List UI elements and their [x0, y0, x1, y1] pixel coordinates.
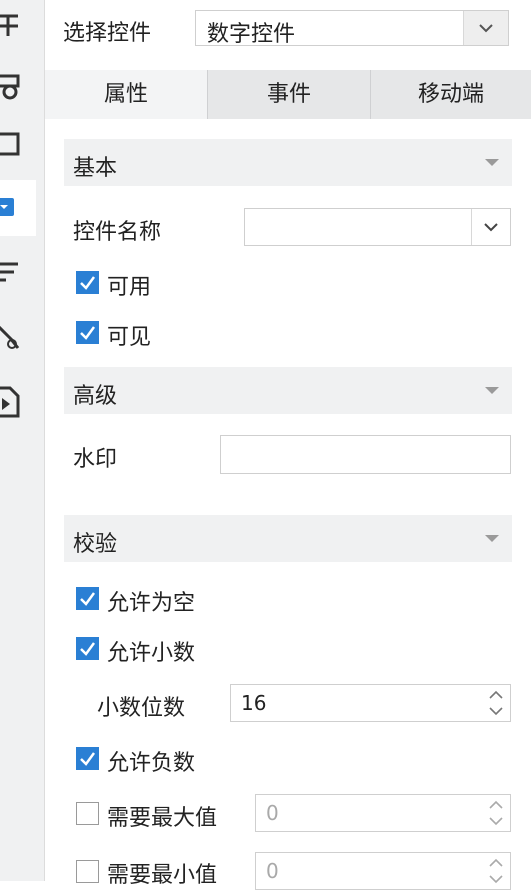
enabled-checkbox[interactable]	[76, 271, 99, 294]
allow-decimal-label: 允许小数	[107, 641, 196, 666]
control-name-combo[interactable]	[244, 208, 511, 246]
enabled-label: 可用	[107, 275, 152, 300]
min-value: 0	[266, 859, 279, 883]
collapse-triangle-icon[interactable]	[485, 535, 499, 542]
chevron-down-icon[interactable]	[463, 11, 508, 45]
min-value-stepper[interactable]: 0	[255, 852, 511, 890]
allow-decimal-checkbox[interactable]	[76, 637, 99, 660]
max-value-stepper[interactable]: 0	[255, 794, 511, 832]
select-control-label: 选择控件	[63, 21, 152, 46]
section-advanced-header[interactable]: 高级	[64, 367, 512, 414]
dropdown-widget-icon[interactable]	[0, 180, 36, 236]
link-icon[interactable]	[0, 308, 36, 364]
decimal-places-label: 小数位数	[97, 696, 186, 721]
decimal-places-value: 16	[241, 691, 267, 715]
collapse-triangle-icon[interactable]	[485, 159, 499, 166]
tab-events[interactable]: 事件	[208, 70, 370, 119]
checkmark-icon	[80, 326, 96, 340]
widget-icon[interactable]	[0, 58, 36, 114]
tab-bar: 属性 事件 移动端	[45, 70, 531, 119]
checkmark-icon	[80, 642, 96, 656]
properties-panel: 选择控件 数字控件 属性 事件 移动端 基本 控件名称 可用 可见 高级 水印 …	[45, 0, 531, 890]
allow-empty-label: 允许为空	[107, 591, 196, 616]
left-toolbar	[0, 0, 45, 881]
allow-negative-checkbox[interactable]	[76, 747, 99, 770]
frame-icon[interactable]	[0, 116, 36, 172]
collapse-triangle-icon[interactable]	[485, 387, 499, 394]
checkmark-icon	[80, 276, 96, 290]
list-icon[interactable]	[0, 244, 36, 300]
decimal-places-stepper[interactable]: 16	[230, 684, 511, 722]
control-type-select[interactable]: 数字控件	[195, 10, 509, 47]
require-min-checkbox[interactable]	[76, 860, 99, 883]
max-value: 0	[266, 801, 279, 825]
watermark-label: 水印	[73, 447, 118, 472]
require-min-label: 需要最小值	[107, 863, 218, 888]
watermark-input[interactable]	[220, 435, 511, 474]
section-advanced-title: 高级	[73, 384, 118, 409]
spinner-arrows-icon[interactable]	[482, 795, 510, 831]
select-control-row: 选择控件 数字控件	[45, 0, 531, 62]
section-validation-header[interactable]: 校验	[64, 515, 512, 562]
section-basic-header[interactable]: 基本	[64, 139, 512, 186]
visible-label: 可见	[107, 325, 152, 350]
spinner-arrows-icon[interactable]	[482, 853, 510, 889]
file-export-icon[interactable]	[0, 372, 36, 428]
tab-mobile[interactable]: 移动端	[371, 70, 531, 119]
spinner-arrows-icon[interactable]	[482, 685, 510, 721]
section-validation-title: 校验	[73, 532, 118, 557]
allow-empty-checkbox[interactable]	[76, 587, 99, 610]
visible-checkbox[interactable]	[76, 321, 99, 344]
checkmark-icon	[80, 752, 96, 766]
layout-icon[interactable]	[0, 0, 36, 56]
checkmark-icon	[80, 592, 96, 606]
section-basic-title: 基本	[73, 156, 118, 181]
control-type-value: 数字控件	[207, 22, 296, 47]
require-max-checkbox[interactable]	[76, 802, 99, 825]
control-name-label: 控件名称	[73, 220, 162, 245]
require-max-label: 需要最大值	[107, 806, 218, 831]
chevron-down-icon[interactable]	[471, 209, 510, 245]
tab-properties[interactable]: 属性	[45, 70, 207, 119]
allow-negative-label: 允许负数	[107, 751, 196, 776]
